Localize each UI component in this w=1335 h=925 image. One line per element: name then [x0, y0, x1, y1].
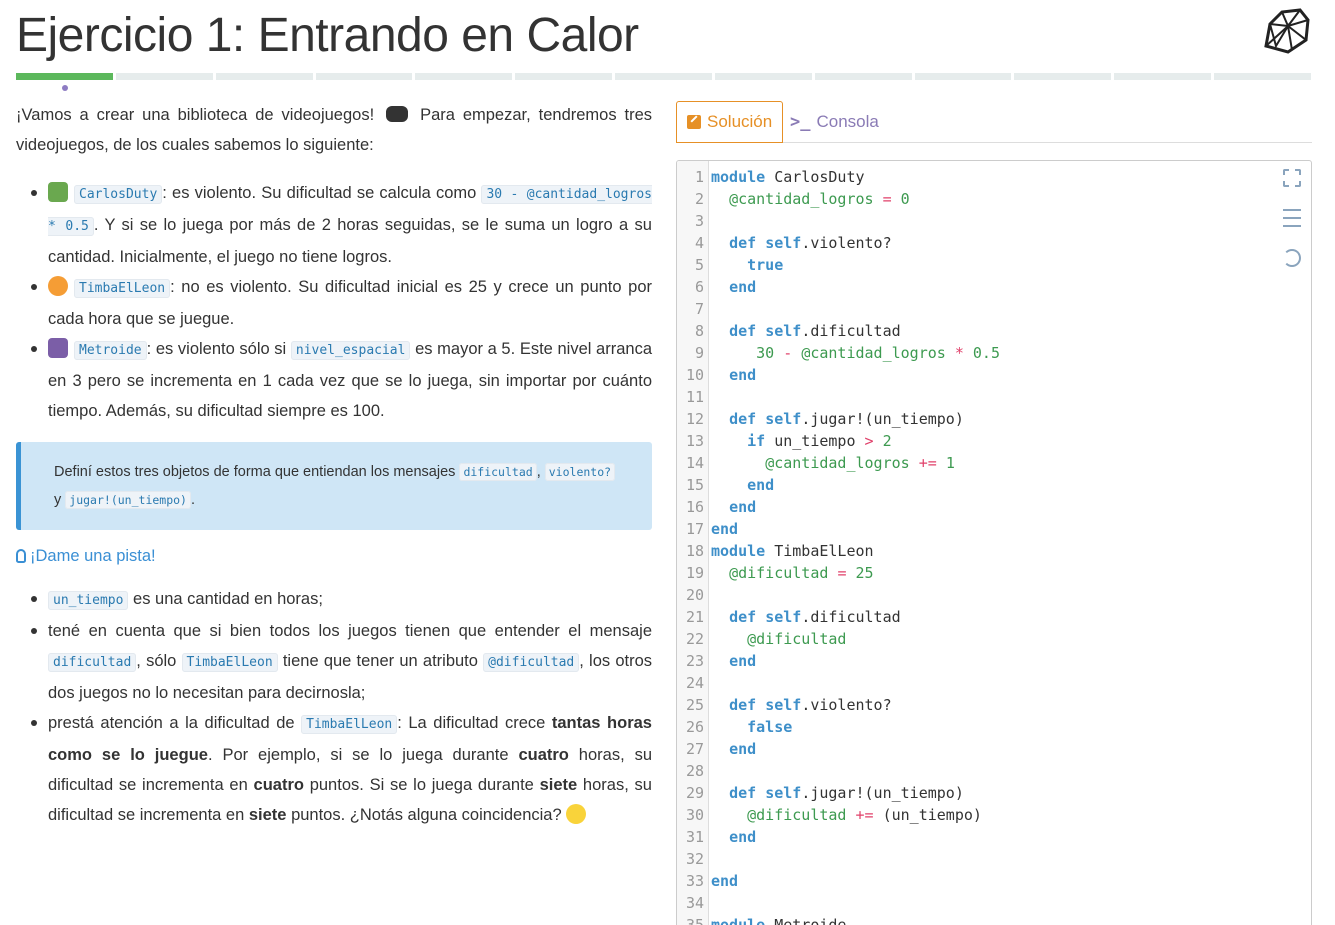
terminal-icon: >_	[790, 112, 811, 132]
task-callout: Definí estos tres objetos de forma que e…	[16, 442, 652, 530]
progress-step[interactable]	[415, 73, 513, 80]
code-line: 25 def self.violento?	[685, 696, 892, 714]
code-line: 23 end	[685, 652, 757, 670]
code-line: 21 def self.dificultad	[685, 608, 901, 626]
code-line: 33 end	[685, 872, 739, 890]
current-step-indicator	[62, 85, 68, 91]
code-line: 6 end	[694, 278, 757, 296]
progress-step[interactable]	[1014, 73, 1112, 80]
gamepad-icon	[386, 106, 409, 122]
ruby-logo-icon	[1264, 8, 1310, 54]
code-line: 9 30 - @cantidad_logros * 0.5	[694, 344, 1000, 362]
code-line: 16 end	[685, 498, 757, 516]
soldier-icon	[48, 182, 68, 202]
code-line: 15 end	[685, 476, 775, 494]
code-line: 24	[685, 674, 704, 692]
tab-solution[interactable]: Solución	[676, 101, 783, 143]
code-line: 31 end	[685, 828, 757, 846]
progress-step[interactable]	[814, 73, 912, 80]
code-line: 3	[694, 212, 704, 230]
progress-step[interactable]	[16, 73, 113, 80]
code-line: 32	[685, 850, 704, 868]
list-item: TimbaElLeon: no es violento. Su dificult…	[16, 272, 652, 334]
code-line: 7	[694, 300, 704, 318]
code-line: 34	[685, 894, 704, 912]
progress-step[interactable]	[515, 73, 613, 80]
code-editor[interactable]: 1 module CarlosDuty 2 @cantidad_logros = …	[676, 160, 1312, 925]
tiger-icon	[48, 276, 68, 296]
code-line: 27 end	[685, 740, 757, 758]
code-line: 30 @dificultad += (un_tiempo)	[685, 806, 982, 824]
lightbulb-icon	[16, 549, 26, 563]
code-line: 5 true	[694, 256, 784, 274]
code-lines: 1 module CarlosDuty 2 @cantidad_logros = …	[677, 166, 1311, 925]
code-line: 19 @dificultad = 25	[685, 564, 874, 582]
code-line: 20	[685, 586, 704, 604]
progress-step[interactable]	[714, 73, 812, 80]
code-line: 13 if un_tiempo > 2	[685, 432, 892, 450]
page-title: Ejercicio 1: Entrando en Calor	[16, 9, 639, 62]
progress-step[interactable]	[215, 73, 313, 80]
progress-step[interactable]	[914, 73, 1012, 80]
list-item: Metroide: es violento sólo si nivel_espa…	[16, 334, 652, 426]
code-line: 28	[685, 762, 704, 780]
tab-console[interactable]: >_ Consola	[790, 101, 879, 143]
code-line: 22 @dificultad	[685, 630, 847, 648]
list-item: tené en cuenta que si bien todos los jue…	[16, 616, 652, 708]
list-item: prestá atención a la dificultad de Timba…	[16, 708, 652, 830]
alien-icon	[48, 338, 68, 358]
code-line: 2 @cantidad_logros = 0	[694, 190, 910, 208]
progress-step[interactable]	[615, 73, 712, 80]
progress-step[interactable]	[1214, 73, 1311, 80]
code-line: 1 module CarlosDuty	[694, 168, 865, 186]
code-line: 8 def self.dificultad	[694, 322, 901, 340]
statement-intro: ¡Vamos a crear una biblioteca de videoju…	[16, 106, 653, 154]
code-line: 26 false	[685, 718, 793, 736]
code-line: 35 module Metroide	[685, 916, 847, 925]
progress-step[interactable]	[1114, 73, 1212, 80]
hint-toggle[interactable]: ¡Dame una pista!	[16, 542, 652, 570]
code-line: 18 module TimbaElLeon	[685, 542, 874, 560]
progress-step[interactable]	[315, 73, 413, 80]
editor-toolbar	[1283, 169, 1303, 289]
progress-step[interactable]	[115, 73, 213, 80]
code-line: 29 def self.jugar!(un_tiempo)	[685, 784, 964, 802]
hint-list: un_tiempo es una cantidad en horas; tené…	[16, 584, 652, 830]
exercise-progress-bar	[16, 73, 1311, 81]
editor-tabs: Solución >_ Consola	[676, 101, 1312, 143]
code-line: 14 @cantidad_logros += 1	[685, 454, 955, 472]
code-line: 17 end	[685, 520, 739, 538]
smile-wink-icon	[566, 804, 587, 824]
format-code-icon[interactable]	[1283, 209, 1301, 227]
exercise-statement: ¡Vamos a crear una biblioteca de videoju…	[16, 100, 652, 830]
fullscreen-icon[interactable]	[1283, 169, 1301, 187]
code-line: 10 end	[685, 366, 757, 384]
edit-icon	[687, 115, 701, 129]
code-line: 12 def self.jugar!(un_tiempo)	[685, 410, 964, 428]
reset-code-icon[interactable]	[1283, 249, 1301, 267]
list-item: CarlosDuty: es violento. Su dificultad s…	[16, 178, 652, 272]
code-line: 11	[685, 388, 704, 406]
game-list: CarlosDuty: es violento. Su dificultad s…	[16, 178, 652, 426]
list-item: un_tiempo es una cantidad en horas;	[16, 584, 652, 616]
code-line: 4 def self.violento?	[694, 234, 892, 252]
